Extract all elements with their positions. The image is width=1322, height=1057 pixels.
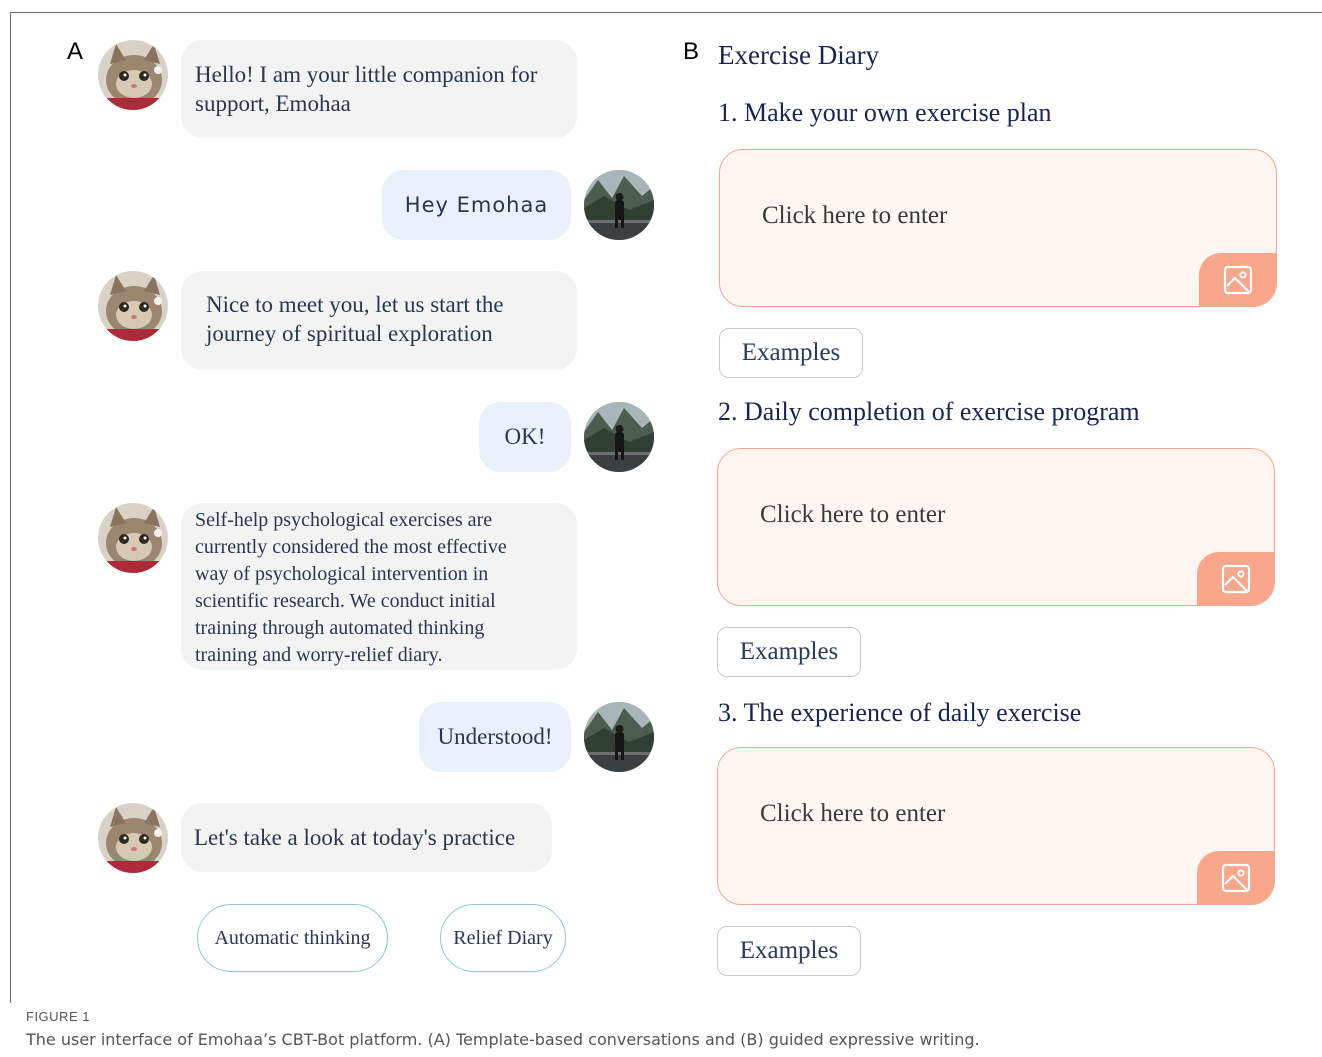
bot-avatar-icon	[98, 271, 168, 341]
section-heading: 2. Daily completion of exercise program	[718, 397, 1140, 426]
bot-message-line: Self-help psychological exercises are	[195, 509, 493, 531]
examples-button[interactable]: Examples	[717, 627, 861, 677]
bot-message-line: currently considered the most effective	[195, 536, 507, 558]
examples-button[interactable]: Examples	[719, 328, 863, 378]
bot-avatar-icon	[98, 503, 168, 573]
bot-message-line: Hello! I am your little companion for	[195, 62, 538, 87]
bot-message-line: support, Emohaa	[195, 91, 351, 116]
bot-message-line: Nice to meet you, let us start the	[206, 292, 504, 317]
panel-b-label: B	[683, 38, 700, 65]
entry-field[interactable]: Click here to enter	[719, 149, 1277, 307]
entry-field[interactable]: Click here to enter	[717, 448, 1275, 606]
bot-message-line: training and worry-relief diary.	[195, 644, 443, 666]
user-message: OK!	[479, 402, 571, 472]
user-message: Understood!	[419, 702, 571, 772]
image-upload-button[interactable]	[1199, 253, 1276, 306]
section-heading: 1. Make your own exercise plan	[718, 98, 1052, 127]
entry-placeholder: Click here to enter	[760, 501, 946, 528]
bot-message: Let's take a look at today's practice	[181, 803, 552, 872]
bot-message-line: journey of spiritual exploration	[206, 321, 493, 346]
image-upload-button[interactable]	[1197, 851, 1274, 904]
section-heading: 3. The experience of daily exercise	[718, 698, 1082, 727]
bot-message: Hello! I am your little companion for su…	[181, 40, 577, 138]
figure-caption: The user interface of Emohaa’s CBT-Bot p…	[26, 1030, 980, 1049]
figure-label: FIGURE 1	[26, 1009, 90, 1024]
panel-a-label: A	[67, 38, 84, 65]
bot-message-line: training through automated thinking	[195, 617, 485, 639]
entry-placeholder: Click here to enter	[760, 800, 946, 827]
bot-message-line: way of psychological intervention in	[195, 563, 489, 585]
user-avatar-icon	[584, 170, 654, 240]
entry-placeholder: Click here to enter	[762, 202, 948, 229]
user-avatar-icon	[584, 402, 654, 472]
image-upload-icon	[1223, 265, 1253, 295]
relief-diary-button[interactable]: Relief Diary	[440, 904, 566, 972]
bot-avatar-icon	[98, 40, 168, 110]
user-avatar-icon	[584, 702, 654, 772]
examples-button[interactable]: Examples	[717, 926, 861, 976]
automatic-thinking-button[interactable]: Automatic thinking	[197, 904, 388, 972]
bot-avatar-icon	[98, 803, 168, 873]
user-message: Hey Emohaa	[382, 170, 571, 240]
image-upload-icon	[1221, 564, 1251, 594]
page-title: Exercise Diary	[718, 40, 880, 70]
entry-field[interactable]: Click here to enter	[717, 747, 1275, 905]
image-upload-icon	[1221, 863, 1251, 893]
image-upload-button[interactable]	[1197, 552, 1274, 605]
bot-message: Self-help psychological exercises are cu…	[181, 503, 577, 670]
bot-message: Nice to meet you, let us start the journ…	[181, 271, 577, 370]
bot-message-line: scientific research. We conduct initial	[195, 590, 496, 612]
